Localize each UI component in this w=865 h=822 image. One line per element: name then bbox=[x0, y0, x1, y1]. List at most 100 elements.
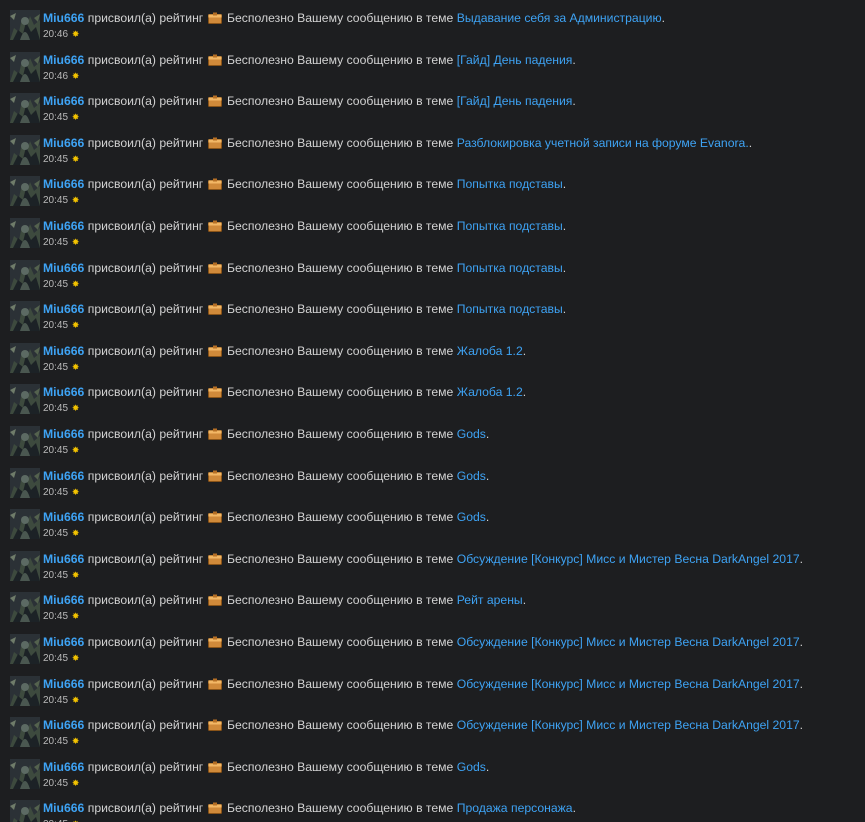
rating-box-icon bbox=[207, 470, 222, 482]
username-link[interactable]: Miu666 bbox=[43, 136, 84, 150]
user-avatar-image[interactable] bbox=[10, 592, 40, 623]
action-text: присвоил(а) рейтинг bbox=[87, 218, 204, 233]
thread-link[interactable]: Жалоба 1.2 bbox=[457, 385, 523, 399]
thread-link[interactable]: [Гайд] День падения bbox=[457, 53, 573, 67]
user-avatar-image[interactable] bbox=[10, 384, 40, 415]
username-link[interactable]: Miu666 bbox=[43, 344, 84, 358]
star-icon[interactable]: ✸ bbox=[72, 237, 80, 247]
user-avatar-image[interactable] bbox=[10, 134, 40, 165]
star-icon[interactable]: ✸ bbox=[72, 71, 80, 81]
user-avatar-image[interactable] bbox=[10, 675, 40, 706]
user-avatar-image[interactable] bbox=[10, 217, 40, 248]
thread-link[interactable]: Обсуждение [Конкурс] Мисс и Мистер Весна… bbox=[457, 718, 800, 732]
star-icon[interactable]: ✸ bbox=[72, 320, 80, 330]
user-avatar-image[interactable] bbox=[10, 467, 40, 498]
star-icon[interactable]: ✸ bbox=[72, 29, 80, 39]
alert-text: Miu666 присвоил(а) рейтинг Бесполезно Ва… bbox=[43, 218, 566, 234]
alert-time: 20:45 bbox=[43, 444, 69, 456]
star-icon[interactable]: ✸ bbox=[72, 611, 80, 621]
username-link[interactable]: Miu666 bbox=[43, 385, 84, 399]
star-icon[interactable]: ✸ bbox=[72, 195, 80, 205]
thread-link[interactable]: Gods bbox=[457, 760, 486, 774]
username-link[interactable]: Miu666 bbox=[43, 718, 84, 732]
thread-link[interactable]: Gods bbox=[457, 427, 486, 441]
user-avatar-image[interactable] bbox=[10, 550, 40, 581]
star-icon[interactable]: ✸ bbox=[72, 154, 80, 164]
user-avatar-image[interactable] bbox=[10, 93, 40, 124]
action-text: присвоил(а) рейтинг bbox=[87, 52, 204, 67]
username-link[interactable]: Miu666 bbox=[43, 552, 84, 566]
user-avatar-image[interactable] bbox=[10, 758, 40, 789]
star-icon[interactable]: ✸ bbox=[72, 695, 80, 705]
alert-meta: 20:46 ✸ bbox=[43, 70, 79, 83]
star-icon[interactable]: ✸ bbox=[72, 279, 80, 289]
username-link[interactable]: Miu666 bbox=[43, 261, 84, 275]
rating-text: Бесполезно Вашему сообщению в теме bbox=[227, 676, 454, 691]
star-icon[interactable]: ✸ bbox=[72, 528, 80, 538]
user-avatar-image[interactable] bbox=[10, 717, 40, 748]
user-avatar-image[interactable] bbox=[10, 633, 40, 664]
thread-link[interactable]: Обсуждение [Конкурс] Мисс и Мистер Весна… bbox=[457, 677, 800, 691]
thread-link[interactable]: Выдавание себя за Администрацию bbox=[457, 11, 662, 25]
alert-meta: 20:45 ✸ bbox=[43, 361, 79, 374]
username-link[interactable]: Miu666 bbox=[43, 53, 84, 67]
thread-link[interactable]: Разблокировка учетной записи на форуме E… bbox=[457, 136, 749, 150]
star-icon[interactable]: ✸ bbox=[72, 736, 80, 746]
thread-link[interactable]: Попытка подставы bbox=[457, 261, 563, 275]
user-avatar-image[interactable] bbox=[10, 259, 40, 290]
star-icon[interactable]: ✸ bbox=[72, 653, 80, 663]
username-link[interactable]: Miu666 bbox=[43, 427, 84, 441]
action-text: присвоил(а) рейтинг bbox=[87, 634, 204, 649]
username-link[interactable]: Miu666 bbox=[43, 219, 84, 233]
rating-box-icon bbox=[207, 178, 222, 191]
action-text: присвоил(а) рейтинг bbox=[87, 759, 204, 774]
sentence-end: . bbox=[562, 302, 567, 317]
star-icon[interactable]: ✸ bbox=[72, 445, 80, 455]
sentence-end: . bbox=[522, 385, 527, 400]
rating-box-icon bbox=[207, 137, 222, 149]
username-link[interactable]: Miu666 bbox=[43, 11, 84, 25]
thread-link[interactable]: Обсуждение [Конкурс] Мисс и Мистер Весна… bbox=[457, 552, 800, 566]
sentence-end: . bbox=[562, 177, 567, 192]
user-avatar-image[interactable] bbox=[10, 425, 40, 456]
thread-link[interactable]: Gods bbox=[457, 510, 486, 524]
thread-link[interactable]: Попытка подставы bbox=[457, 219, 563, 233]
thread-link[interactable]: Попытка подставы bbox=[457, 302, 563, 316]
thread-link[interactable]: [Гайд] День падения bbox=[457, 94, 573, 108]
thread-link[interactable]: Продажа персонажа bbox=[457, 801, 573, 815]
username-link[interactable]: Miu666 bbox=[43, 469, 84, 483]
thread-link[interactable]: Рейт арены bbox=[457, 593, 523, 607]
username-link[interactable]: Miu666 bbox=[43, 177, 84, 191]
star-icon[interactable]: ✸ bbox=[72, 487, 80, 497]
sentence-end: . bbox=[661, 11, 666, 25]
star-icon[interactable]: ✸ bbox=[72, 403, 80, 413]
user-avatar-image[interactable] bbox=[10, 176, 40, 207]
rating-box-icon bbox=[207, 95, 222, 108]
user-avatar-image[interactable] bbox=[10, 509, 40, 540]
user-avatar-image[interactable] bbox=[10, 10, 40, 40]
thread-link[interactable]: Gods bbox=[457, 469, 486, 483]
alert-item: Miu666 присвоил(а) рейтинг Бесполезно Ва… bbox=[0, 800, 865, 822]
alert-text: Miu666 присвоил(а) рейтинг Бесполезно Ва… bbox=[43, 592, 526, 608]
user-avatar-image[interactable] bbox=[10, 800, 40, 822]
alert-item: Miu666 присвоил(а) рейтинг Бесполезно Ва… bbox=[0, 467, 865, 510]
username-link[interactable]: Miu666 bbox=[43, 801, 84, 815]
username-link[interactable]: Miu666 bbox=[43, 677, 84, 691]
thread-link[interactable]: Обсуждение [Конкурс] Мисс и Мистер Весна… bbox=[457, 635, 800, 649]
alert-item: Miu666 присвоил(а) рейтинг Бесполезно Ва… bbox=[0, 384, 865, 426]
thread-link[interactable]: Жалоба 1.2 bbox=[457, 344, 523, 358]
star-icon[interactable]: ✸ bbox=[72, 112, 80, 122]
user-avatar-image[interactable] bbox=[10, 301, 40, 332]
username-link[interactable]: Miu666 bbox=[43, 510, 84, 524]
username-link[interactable]: Miu666 bbox=[43, 302, 84, 316]
star-icon[interactable]: ✸ bbox=[72, 778, 80, 788]
username-link[interactable]: Miu666 bbox=[43, 635, 84, 649]
username-link[interactable]: Miu666 bbox=[43, 94, 84, 108]
star-icon[interactable]: ✸ bbox=[72, 570, 80, 580]
username-link[interactable]: Miu666 bbox=[43, 760, 84, 774]
star-icon[interactable]: ✸ bbox=[72, 362, 80, 372]
username-link[interactable]: Miu666 bbox=[43, 593, 84, 607]
thread-link[interactable]: Попытка подставы bbox=[457, 177, 563, 191]
user-avatar-image[interactable] bbox=[10, 342, 40, 373]
user-avatar-image[interactable] bbox=[10, 51, 40, 82]
